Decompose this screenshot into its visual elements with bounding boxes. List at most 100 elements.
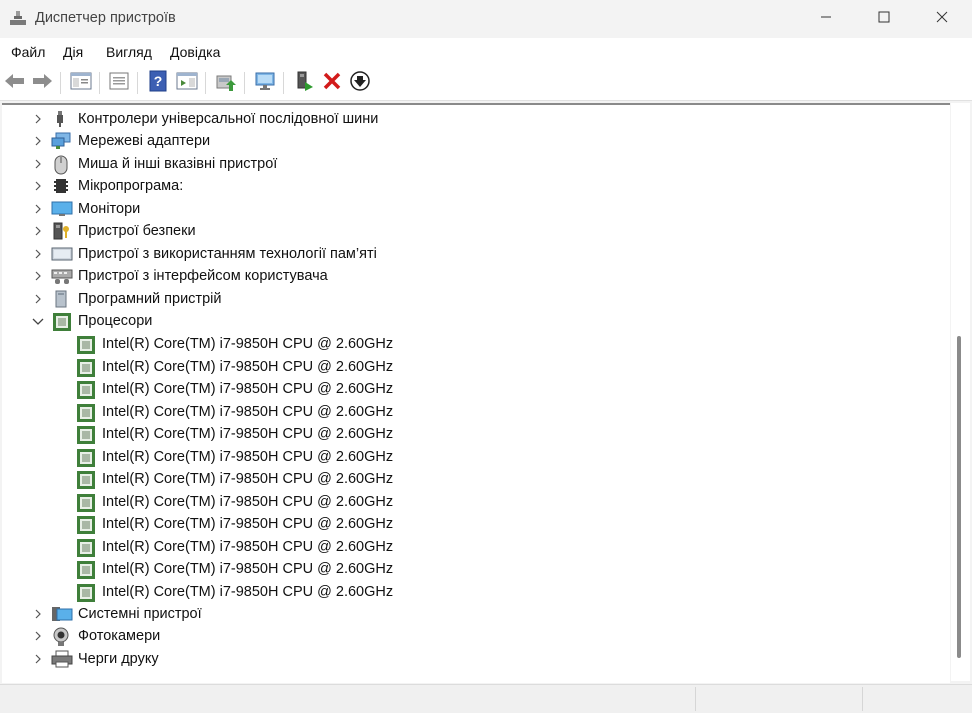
tree-category-print-queues[interactable]: Черги друку: [2, 648, 942, 670]
software-device-icon: [53, 290, 71, 308]
toolbar-separator: [137, 72, 138, 94]
svg-text:?: ?: [154, 73, 163, 89]
processor-icon: [76, 583, 95, 602]
monitor-icon: [51, 200, 73, 218]
scrollbar-thumb[interactable]: [957, 336, 961, 658]
menu-action[interactable]: Дія: [63, 44, 83, 60]
processor-label: Intel(R) Core(TM) i7-9850H CPU @ 2.60GHz: [102, 358, 394, 375]
chevron-right-icon[interactable]: [31, 247, 45, 261]
network-adapter-icon: [51, 132, 71, 150]
help-icon: ?: [148, 70, 168, 97]
status-separator: [862, 687, 863, 711]
processor-item[interactable]: Intel(R) Core(TM) i7-9850H CPU @ 2.60GHz: [2, 356, 942, 378]
chevron-right-icon[interactable]: [31, 292, 45, 306]
chevron-right-icon[interactable]: [31, 112, 45, 126]
processor-item[interactable]: Intel(R) Core(TM) i7-9850H CPU @ 2.60GHz: [2, 333, 942, 355]
processor-item[interactable]: Intel(R) Core(TM) i7-9850H CPU @ 2.60GHz: [2, 423, 942, 445]
uninstall-device-button[interactable]: [320, 71, 344, 95]
toolbar-separator: [244, 72, 245, 94]
tree-category-firmware[interactable]: Мікропрограма:: [2, 175, 942, 197]
disable-device-button[interactable]: [348, 70, 372, 95]
menu-view[interactable]: Вигляд: [106, 44, 152, 60]
scan-hardware-button[interactable]: [253, 71, 277, 95]
properties-icon: [108, 71, 130, 96]
tree-category-memory-devices[interactable]: Пристрої з використанням технології пам’…: [2, 243, 942, 265]
tree-category-monitors[interactable]: Монітори: [2, 198, 942, 220]
toolbar-separator: [283, 72, 284, 94]
menu-help[interactable]: Довідка: [170, 44, 220, 60]
action-pane-button[interactable]: [175, 71, 199, 95]
processor-item[interactable]: Intel(R) Core(TM) i7-9850H CPU @ 2.60GHz: [2, 446, 942, 468]
processor-icon: [76, 358, 95, 377]
enable-device-icon: [293, 70, 315, 97]
chevron-right-icon[interactable]: [31, 629, 45, 643]
tree-category-label: Пристрої безпеки: [78, 223, 196, 239]
enable-device-button[interactable]: [292, 71, 316, 95]
processor-icon: [76, 470, 95, 489]
show-hide-tree-button[interactable]: [69, 71, 93, 95]
chevron-right-icon[interactable]: [31, 157, 45, 171]
processor-label: Intel(R) Core(TM) i7-9850H CPU @ 2.60GHz: [102, 538, 394, 555]
maximize-button[interactable]: [855, 0, 913, 38]
processor-item[interactable]: Intel(R) Core(TM) i7-9850H CPU @ 2.60GHz: [2, 401, 942, 423]
update-driver-icon: [215, 70, 237, 97]
tree-category-processors[interactable]: Процесори: [2, 310, 942, 332]
chevron-right-icon[interactable]: [31, 179, 45, 193]
processor-icon: [76, 448, 95, 467]
minimize-button[interactable]: [797, 0, 855, 38]
close-icon: [936, 10, 948, 28]
processor-icon: [76, 538, 95, 557]
device-tree: Контролери універсальної послідовної шин…: [2, 103, 950, 683]
processor-icon: [76, 425, 95, 444]
processor-item[interactable]: Intel(R) Core(TM) i7-9850H CPU @ 2.60GHz: [2, 558, 942, 580]
title-bar: Диспетчер пристроїв: [0, 0, 972, 38]
processor-label: Intel(R) Core(TM) i7-9850H CPU @ 2.60GHz: [102, 516, 394, 532]
back-button[interactable]: [3, 71, 27, 95]
chevron-right-icon[interactable]: [31, 652, 45, 666]
toolbar-separator: [205, 72, 206, 94]
processor-item[interactable]: Intel(R) Core(TM) i7-9850H CPU @ 2.60GHz: [2, 581, 942, 603]
tree-category-hid[interactable]: Пристрої з інтерфейсом користувача: [2, 265, 942, 287]
status-bar: [0, 684, 972, 713]
processor-icon: [76, 560, 95, 579]
tree-category-usb-controllers[interactable]: Контролери універсальної послідовної шин…: [2, 108, 942, 130]
properties-button[interactable]: [107, 71, 131, 95]
forward-button[interactable]: [30, 71, 54, 95]
toolbar: ?: [0, 66, 972, 101]
tree-category-security-devices[interactable]: Пристрої безпеки: [2, 220, 942, 242]
processor-label: Intel(R) Core(TM) i7-9850H CPU @ 2.60GHz: [102, 448, 394, 465]
status-separator: [695, 687, 696, 711]
processor-item[interactable]: Intel(R) Core(TM) i7-9850H CPU @ 2.60GHz: [2, 378, 942, 400]
tree-category-label: Контролери універсальної послідовної шин…: [78, 111, 379, 127]
processor-item[interactable]: Intel(R) Core(TM) i7-9850H CPU @ 2.60GHz: [2, 513, 942, 535]
tree-category-network-adapters[interactable]: Мережеві адаптери: [2, 130, 942, 152]
menu-bar: Файл Дія Вигляд Довідка: [0, 38, 972, 66]
usb-icon: [51, 110, 69, 128]
forward-icon: [31, 72, 53, 95]
tree-category-system-devices[interactable]: Системні пристрої: [2, 603, 942, 625]
menu-file[interactable]: Файл: [11, 44, 45, 60]
chevron-right-icon[interactable]: [31, 269, 45, 283]
tree-category-label: Системні пристрої: [78, 606, 202, 622]
chevron-right-icon[interactable]: [31, 607, 45, 621]
tree-category-mice[interactable]: Миша й інші вказівні пристрої: [2, 153, 942, 175]
chevron-right-icon[interactable]: [31, 224, 45, 238]
processor-label: Intel(R) Core(TM) i7-9850H CPU @ 2.60GHz: [102, 561, 394, 577]
processor-item[interactable]: Intel(R) Core(TM) i7-9850H CPU @ 2.60GHz: [2, 468, 942, 490]
tree-category-cameras[interactable]: Фотокамери: [2, 625, 942, 647]
tree-category-software-device[interactable]: Програмний пристрій: [2, 288, 942, 310]
processor-label: Intel(R) Core(TM) i7-9850H CPU @ 2.60GHz: [102, 403, 394, 420]
help-button[interactable]: ?: [146, 70, 170, 97]
processor-item[interactable]: Intel(R) Core(TM) i7-9850H CPU @ 2.60GHz: [2, 536, 942, 558]
processor-icon: [76, 403, 95, 422]
maximize-icon: [878, 10, 890, 28]
close-button[interactable]: [913, 0, 971, 38]
chevron-down-icon[interactable]: [31, 314, 45, 328]
chevron-right-icon[interactable]: [31, 134, 45, 148]
chevron-right-icon[interactable]: [31, 202, 45, 216]
update-driver-button[interactable]: [214, 71, 238, 95]
processor-item[interactable]: Intel(R) Core(TM) i7-9850H CPU @ 2.60GHz: [2, 491, 942, 513]
processor-label: Intel(R) Core(TM) i7-9850H CPU @ 2.60GHz: [102, 493, 394, 510]
processor-label: Intel(R) Core(TM) i7-9850H CPU @ 2.60GHz: [102, 426, 394, 442]
tree-category-label: Черги друку: [78, 651, 159, 667]
